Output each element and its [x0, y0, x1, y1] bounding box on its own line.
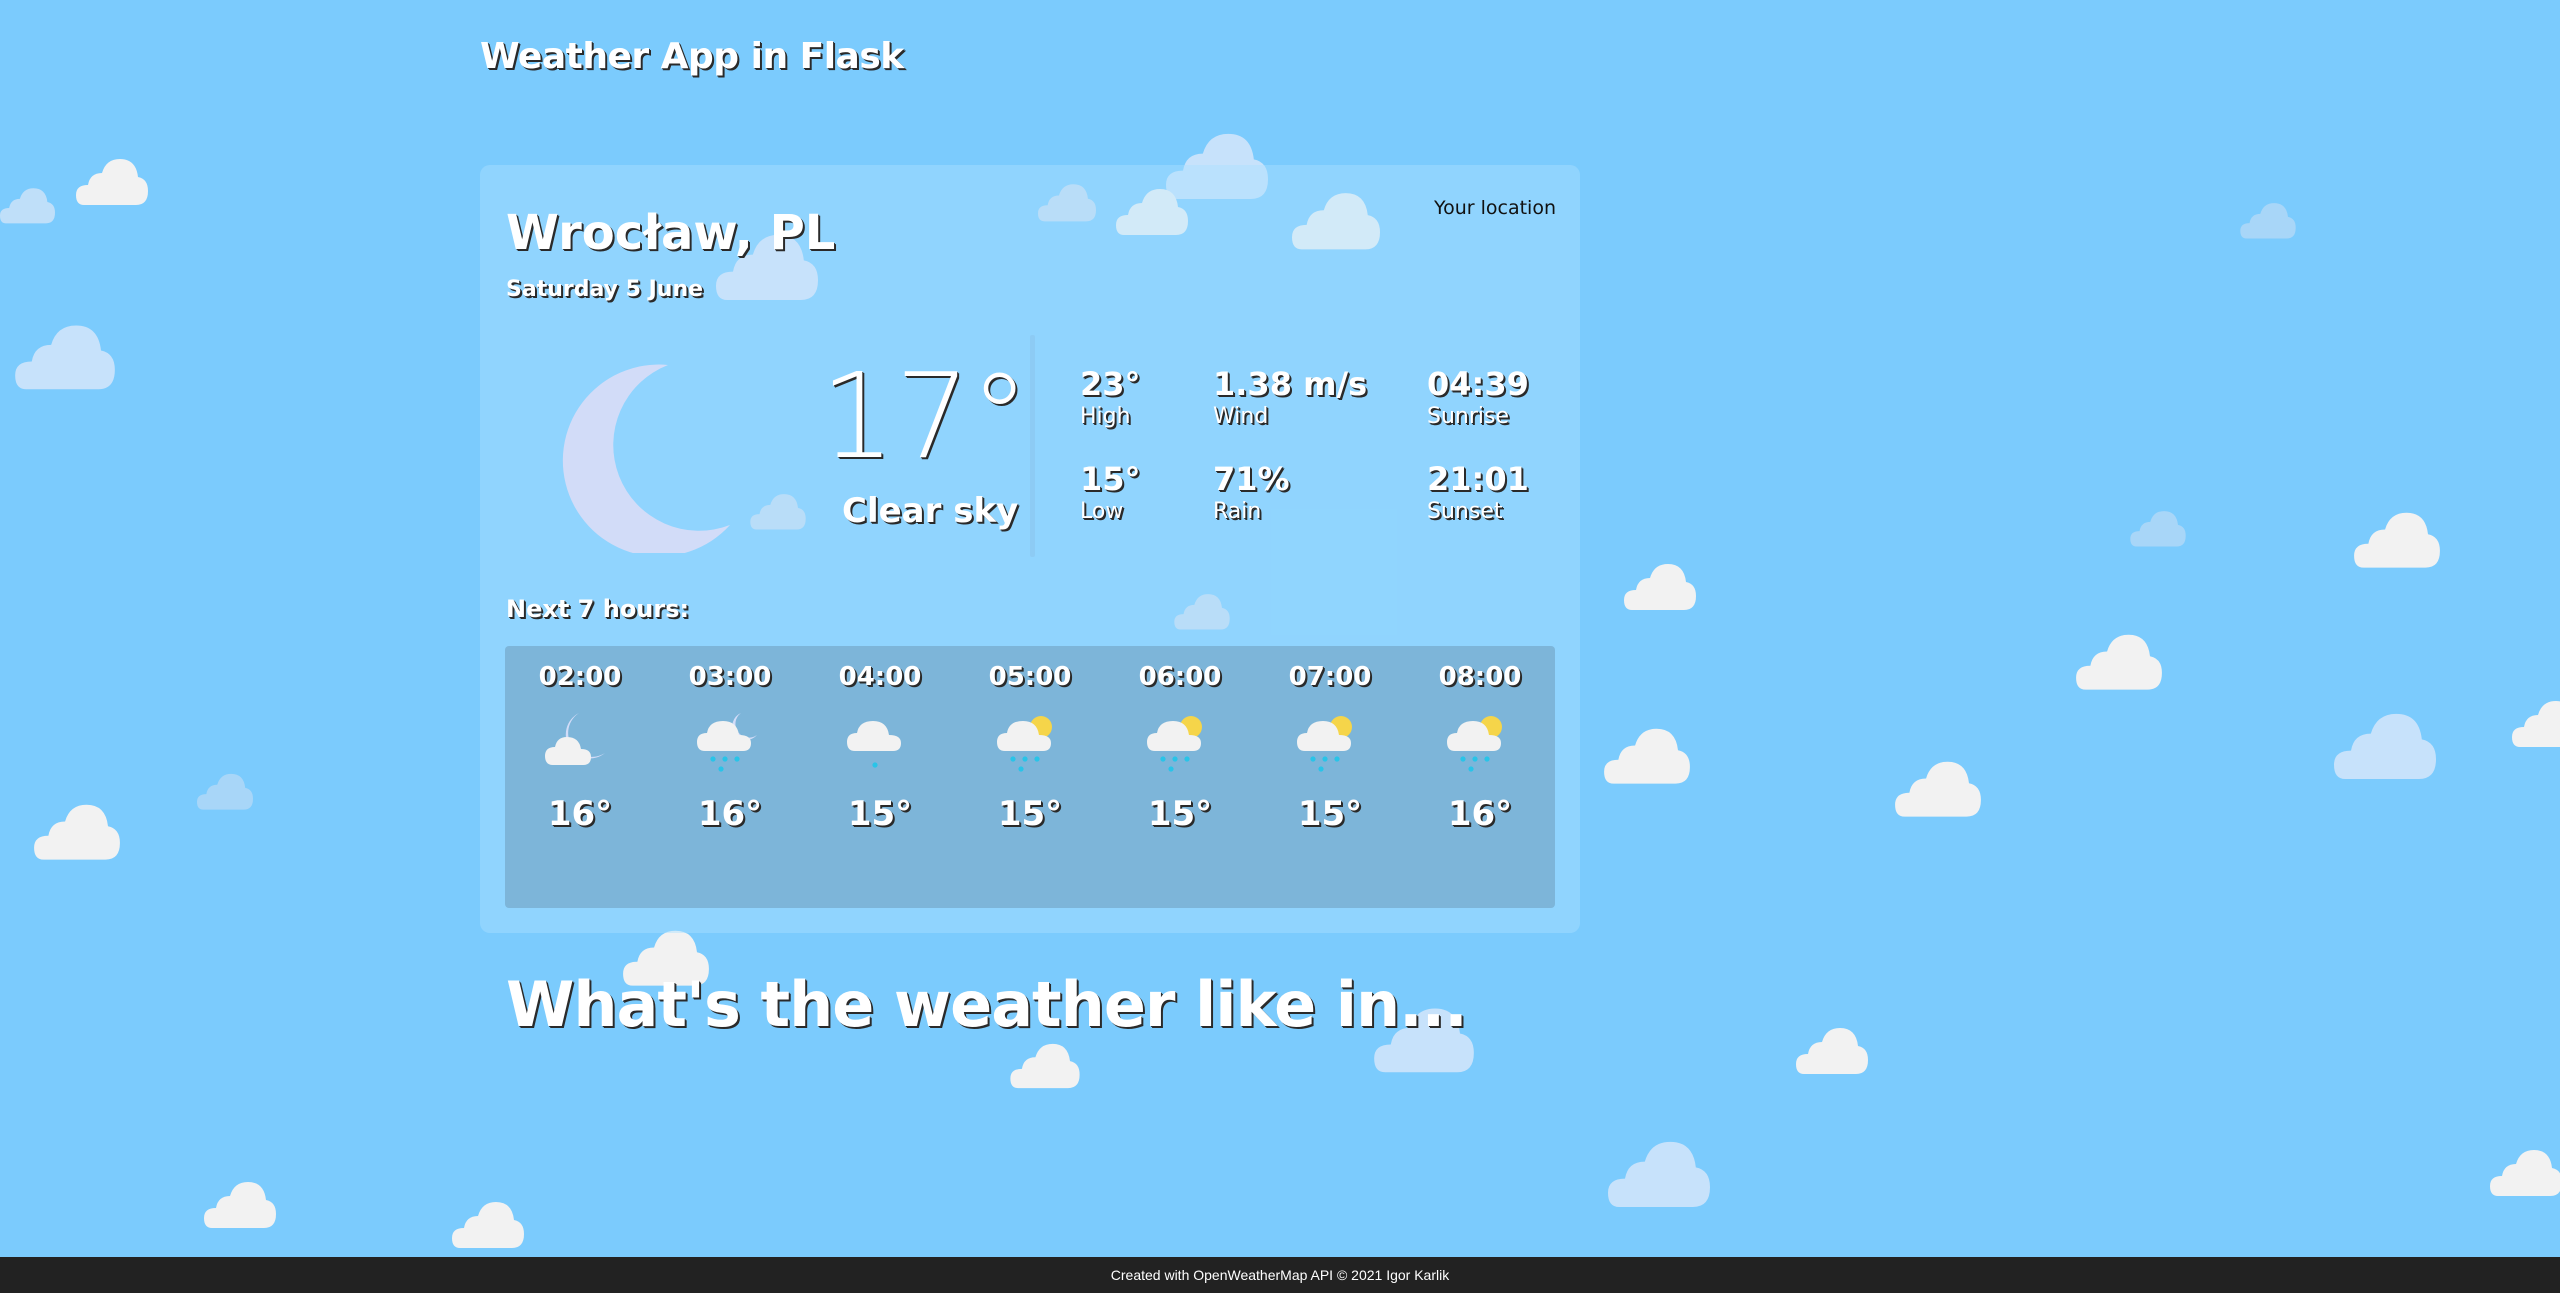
cloud-icon: [1608, 1141, 1710, 1207]
cloud-icon: [2490, 1150, 2560, 1196]
cloud-sun-rain-icon: [1147, 716, 1202, 772]
stat-high-label: High: [1080, 404, 1131, 429]
forecast-time: 04:00: [838, 662, 922, 692]
stat-high-value: 23°: [1080, 365, 1141, 403]
current-date: Saturday 5 June: [506, 277, 704, 302]
stat-wind-label: Wind: [1213, 404, 1269, 429]
stat-low-label: Low: [1080, 499, 1124, 524]
forecast-temp: 16°: [547, 794, 613, 834]
cloud-sun-rain-icon: [1447, 716, 1502, 772]
cloud-sun-rain-icon: [1297, 716, 1352, 772]
forecast-temp: 15°: [1297, 794, 1363, 834]
forecast-time: 03:00: [688, 662, 772, 692]
forecast-hour: 06:00 15°: [1125, 662, 1235, 834]
cloud-sun-rain-icon: [997, 716, 1052, 772]
hourly-forecast-panel: 02:00 16° 03:00 16° 04:00 15° 05:00 15° …: [505, 646, 1555, 908]
cloud-icon: [1038, 184, 1096, 222]
stat-wind: 1.38 m/s Wind: [1213, 368, 1367, 429]
forecast-temp: 16°: [697, 794, 763, 834]
forecast-hour: 05:00 15°: [975, 662, 1085, 834]
cloud-icon: [1010, 1043, 1080, 1089]
forecast-temp: 15°: [997, 794, 1063, 834]
forecast-label: Next 7 hours:: [506, 595, 690, 623]
your-location-link[interactable]: Your location: [1434, 197, 1556, 219]
stat-sunset-label: Sunset: [1427, 499, 1503, 524]
forecast-temp: 15°: [1147, 794, 1213, 834]
stat-rain: 71% Rain: [1213, 463, 1290, 524]
cloud-icon: [2076, 634, 2162, 690]
stat-sunrise: 04:39 Sunrise: [1427, 368, 1529, 429]
cloud-icon: [1895, 761, 1981, 817]
stat-sunset: 21:01 Sunset: [1427, 463, 1529, 524]
forecast-time: 08:00: [1438, 662, 1522, 692]
stat-sunrise-value: 04:39: [1427, 365, 1529, 403]
forecast-hour: 04:00 15°: [825, 662, 935, 834]
stat-sunrise-label: Sunrise: [1427, 404, 1510, 429]
cloud-icon: [1174, 594, 1230, 630]
weather-condition: Clear sky: [842, 491, 1019, 531]
current-weather-card: Your location Wrocław, PL Saturday 5 Jun…: [480, 165, 1580, 933]
forecast-time: 06:00: [1138, 662, 1222, 692]
cloud-icon: [34, 804, 120, 860]
footer: Created with OpenWeatherMap API © 2021 I…: [0, 1257, 2560, 1293]
divider: [1030, 335, 1035, 557]
forecast-temp: 16°: [1447, 794, 1513, 834]
forecast-time: 05:00: [988, 662, 1072, 692]
app-title: Weather App in Flask: [480, 36, 904, 77]
cloud-icon: [1796, 1028, 1868, 1074]
stat-low: 15° Low: [1080, 463, 1141, 524]
cloud-icon: [76, 159, 148, 205]
cloud-icon: [197, 773, 253, 810]
cloud-icon: [1604, 728, 1690, 784]
cloud-icon: [15, 325, 115, 390]
cloud-light-rain-icon: [847, 721, 901, 768]
stat-high: 23° High: [1080, 368, 1141, 429]
stat-rain-label: Rain: [1213, 499, 1262, 524]
cloud-icon: [204, 1182, 276, 1228]
search-prompt: What's the weather like in...: [506, 968, 1468, 1041]
current-temperature: 17°: [820, 347, 1030, 485]
cloud-moon-icon: [545, 713, 605, 765]
forecast-hour: 07:00 15°: [1275, 662, 1385, 834]
cloud-icon: [2334, 713, 2436, 779]
forecast-time: 02:00: [538, 662, 622, 692]
stat-wind-value: 1.38 m/s: [1213, 365, 1368, 403]
cloud-icon: [0, 188, 55, 224]
cloud-icon: [2130, 511, 2186, 547]
forecast-hour: 02:00 16°: [525, 662, 635, 834]
forecast-temp: 15°: [847, 794, 913, 834]
cloud-icon: [750, 494, 806, 530]
moon-icon: [562, 364, 730, 553]
cloud-icon: [1624, 564, 1696, 610]
cloud-moon-rain-icon: [697, 713, 757, 772]
stat-low-value: 15°: [1080, 460, 1141, 498]
stat-rain-value: 71%: [1213, 460, 1290, 498]
forecast-hour: 08:00 16°: [1425, 662, 1535, 834]
forecast-hour: 03:00 16°: [675, 662, 785, 834]
city-name: Wrocław, PL: [506, 205, 836, 261]
cloud-icon: [2512, 701, 2560, 747]
cloud-icon: [452, 1202, 524, 1248]
cloud-icon: [2354, 512, 2440, 568]
stat-sunset-value: 21:01: [1427, 460, 1529, 498]
forecast-time: 07:00: [1288, 662, 1372, 692]
cloud-icon: [2240, 203, 2296, 239]
